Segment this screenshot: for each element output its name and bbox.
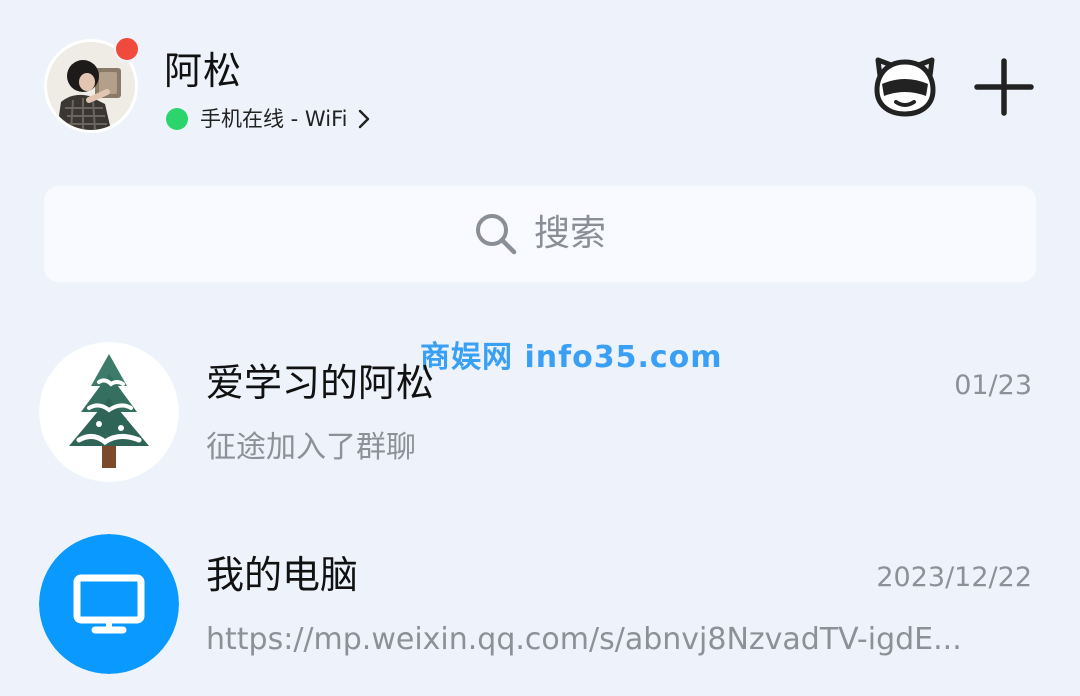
chat-time: 2023/12/22	[876, 562, 1032, 593]
search-placeholder: 搜索	[533, 213, 606, 254]
chat-list-item[interactable]: 爱学习的阿松 01/23 征途加入了群聊	[0, 320, 1080, 490]
top-bar: 阿松 手机在线 - WiFi	[0, 0, 1080, 170]
search-content: 搜索	[474, 212, 606, 256]
computer-avatar	[39, 534, 179, 674]
chat-preview: 征途加入了群聊	[206, 430, 416, 465]
plus-icon[interactable]	[974, 58, 1034, 116]
status-text: 手机在线 - WiFi	[200, 107, 348, 131]
search-icon	[475, 214, 517, 255]
chat-list-item[interactable]: 我的电脑 2023/12/22 https://mp.weixin.qq.com…	[0, 512, 1080, 682]
christmas-tree-icon	[39, 342, 179, 482]
chat-time: 01/23	[954, 370, 1032, 401]
online-status-dot-icon	[166, 108, 188, 130]
chat-title: 我的电脑	[206, 553, 359, 597]
search-input[interactable]: 搜索	[44, 186, 1036, 282]
animal-face-icon[interactable]	[872, 54, 938, 118]
chat-preview: https://mp.weixin.qq.com/s/abnvj8NzvadTV…	[206, 622, 962, 657]
monitor-icon	[39, 534, 179, 674]
online-status[interactable]: 手机在线 - WiFi	[166, 104, 371, 134]
notification-dot	[114, 36, 140, 62]
group-avatar	[39, 342, 179, 482]
chevron-right-icon	[359, 109, 370, 129]
chat-title: 爱学习的阿松	[206, 361, 435, 405]
user-name[interactable]: 阿松	[164, 48, 242, 94]
